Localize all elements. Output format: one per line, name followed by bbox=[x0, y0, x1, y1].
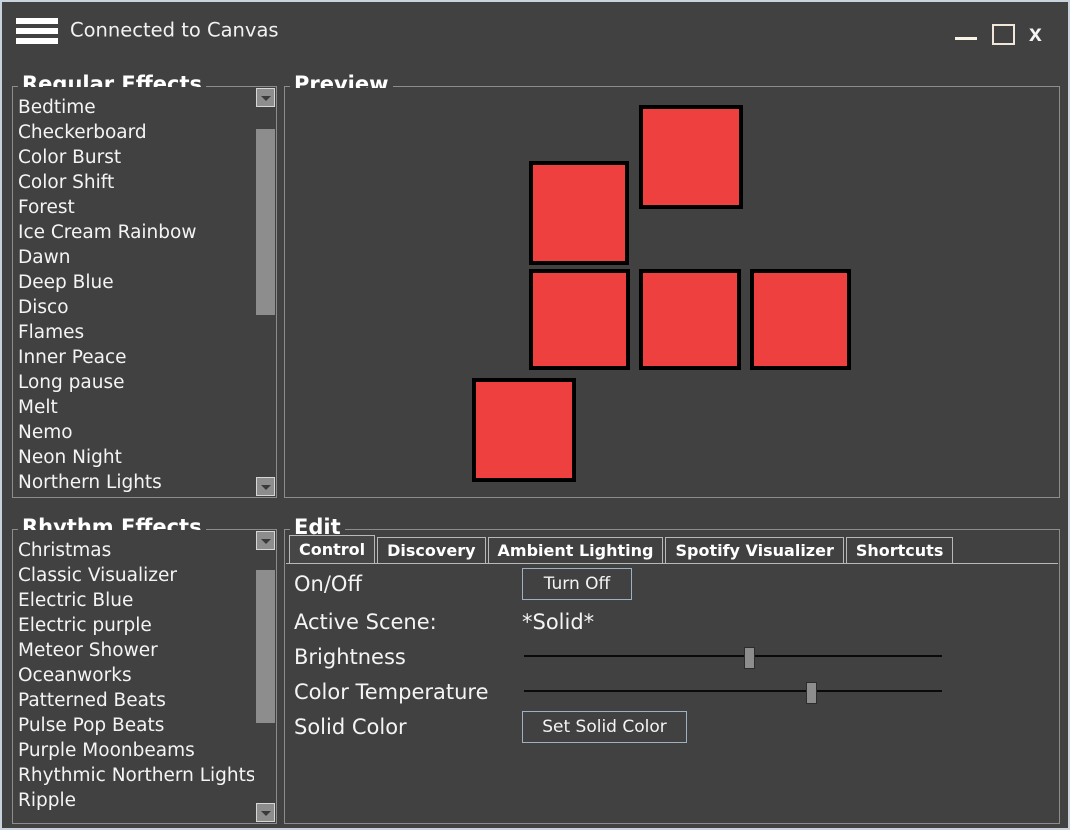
rhythm-effects-items: Christmas Classic Visualizer Electric Blue… bbox=[18, 538, 254, 813]
preview-tile[interactable] bbox=[529, 269, 630, 370]
regular-effect-item[interactable]: Inner Peace bbox=[18, 345, 254, 370]
rhythm-effects-group: Rhythm Effects Christmas Classic Visualiz… bbox=[12, 515, 277, 824]
regular-effects-items: Bedtime Checkerboard Color Burst Color Shif… bbox=[18, 95, 254, 495]
rhythm-effect-item[interactable]: Patterned Beats bbox=[18, 688, 254, 713]
regular-effect-item[interactable]: Dawn bbox=[18, 245, 254, 270]
tab-discovery[interactable]: Discovery bbox=[377, 537, 486, 563]
slider-handle[interactable] bbox=[743, 647, 755, 669]
rhythm-effects-scrollbar[interactable] bbox=[256, 531, 275, 822]
regular-effect-item[interactable]: Color Burst bbox=[18, 145, 254, 170]
onoff-label: On/Off bbox=[294, 572, 362, 596]
control-tab-panel: On/Off Turn Off Active Scene: *Solid* Br… bbox=[286, 564, 1058, 822]
preview-tile[interactable] bbox=[529, 161, 629, 265]
preview-tile[interactable] bbox=[472, 378, 576, 482]
scrollbar-thumb[interactable] bbox=[256, 129, 275, 316]
rhythm-effect-item[interactable]: Classic Visualizer bbox=[18, 563, 254, 588]
set-solid-color-button[interactable]: Set Solid Color bbox=[522, 711, 687, 743]
hamburger-bar bbox=[16, 38, 58, 44]
regular-effect-item[interactable]: Nemo bbox=[18, 420, 254, 445]
brightness-slider[interactable] bbox=[524, 645, 942, 669]
regular-effect-item[interactable]: Flames bbox=[18, 320, 254, 345]
minimize-button[interactable] bbox=[955, 24, 977, 40]
slider-track bbox=[524, 655, 942, 657]
maximize-button[interactable] bbox=[992, 24, 1015, 45]
chevron-down-icon[interactable] bbox=[256, 803, 275, 822]
regular-effect-item[interactable]: Melt bbox=[18, 395, 254, 420]
solid-color-label: Solid Color bbox=[294, 715, 407, 739]
window-title: Connected to Canvas bbox=[70, 18, 279, 42]
rhythm-effect-item[interactable]: Oceanworks bbox=[18, 663, 254, 688]
preview-tile[interactable] bbox=[750, 269, 851, 370]
hamburger-bar bbox=[16, 28, 58, 34]
tab-control[interactable]: Control bbox=[289, 535, 376, 563]
tab-ambient-lighting[interactable]: Ambient Lighting bbox=[487, 537, 664, 563]
regular-effect-item[interactable]: Neon Night bbox=[18, 445, 254, 470]
regular-effect-item[interactable]: Checkerboard bbox=[18, 120, 254, 145]
regular-effects-listbox[interactable]: Bedtime Checkerboard Color Burst Color Shif… bbox=[13, 87, 276, 497]
regular-effect-item[interactable]: Long pause bbox=[18, 370, 254, 395]
rhythm-effect-item[interactable]: Rhythmic Northern Lights bbox=[18, 763, 254, 788]
edit-group: Edit Control Discovery Ambient Lighting Spo… bbox=[284, 515, 1060, 824]
minimize-icon bbox=[955, 37, 977, 40]
rhythm-effect-item[interactable]: Purple Moonbeams bbox=[18, 738, 254, 763]
preview-group: Preview bbox=[284, 72, 1060, 498]
scrollbar-thumb[interactable] bbox=[256, 570, 275, 724]
rhythm-effect-item[interactable]: Ripple bbox=[18, 788, 254, 813]
edit-tabstrip: Control Discovery Ambient Lighting Spotify … bbox=[289, 535, 955, 563]
turn-off-button[interactable]: Turn Off bbox=[522, 568, 632, 600]
close-button[interactable]: x bbox=[1029, 22, 1042, 45]
slider-handle[interactable] bbox=[806, 682, 818, 704]
regular-effect-item[interactable]: Forest bbox=[18, 195, 254, 220]
rhythm-effect-item[interactable]: Pulse Pop Beats bbox=[18, 713, 254, 738]
active-scene-label: Active Scene: bbox=[294, 610, 437, 634]
color-temperature-label: Color Temperature bbox=[294, 680, 489, 704]
color-temperature-slider[interactable] bbox=[524, 680, 942, 704]
regular-effects-scrollbar[interactable] bbox=[256, 88, 275, 496]
preview-canvas[interactable] bbox=[286, 88, 1058, 496]
active-scene-value: *Solid* bbox=[522, 610, 595, 634]
regular-effect-item[interactable]: Bedtime bbox=[18, 95, 254, 120]
hamburger-bar bbox=[16, 18, 58, 24]
tab-spotify-visualizer[interactable]: Spotify Visualizer bbox=[665, 537, 844, 563]
regular-effect-item[interactable]: Deep Blue bbox=[18, 270, 254, 295]
tab-shortcuts[interactable]: Shortcuts bbox=[845, 537, 954, 563]
regular-effect-item[interactable]: Disco bbox=[18, 295, 254, 320]
rhythm-effect-item[interactable]: Meteor Shower bbox=[18, 638, 254, 663]
app-window: Connected to Canvas x Regular Effects Be… bbox=[0, 0, 1070, 830]
regular-effect-item[interactable]: Northern Lights bbox=[18, 470, 254, 495]
hamburger-menu-icon[interactable] bbox=[16, 18, 58, 44]
chevron-down-icon[interactable] bbox=[256, 477, 275, 496]
regular-effect-item[interactable]: Color Shift bbox=[18, 170, 254, 195]
regular-effects-group: Regular Effects Bedtime Checkerboard Color… bbox=[12, 72, 277, 498]
rhythm-effect-item[interactable]: Electric purple bbox=[18, 613, 254, 638]
preview-tile[interactable] bbox=[639, 269, 741, 370]
brightness-label: Brightness bbox=[294, 645, 406, 669]
title-bar: Connected to Canvas x bbox=[4, 4, 1068, 56]
rhythm-effect-item[interactable]: Christmas bbox=[18, 538, 254, 563]
regular-effect-item[interactable]: Ice Cream Rainbow bbox=[18, 220, 254, 245]
rhythm-effects-listbox[interactable]: Christmas Classic Visualizer Electric Blue… bbox=[13, 530, 276, 823]
slider-track bbox=[524, 690, 942, 692]
chevron-down-icon[interactable] bbox=[256, 531, 275, 550]
chevron-down-icon[interactable] bbox=[256, 88, 275, 107]
preview-tile[interactable] bbox=[639, 105, 743, 209]
rhythm-effect-item[interactable]: Electric Blue bbox=[18, 588, 254, 613]
